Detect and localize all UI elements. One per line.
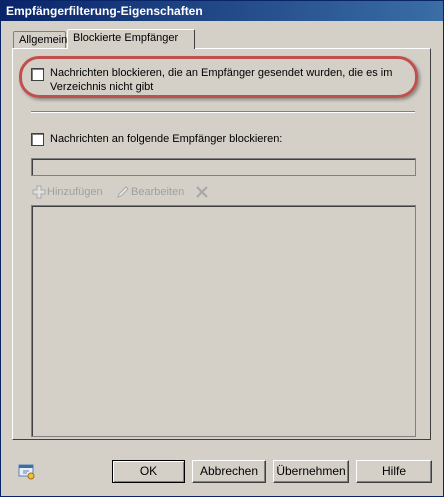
plus-icon xyxy=(32,185,46,199)
tab-blockierte-empfaenger[interactable]: Blockierte Empfänger xyxy=(67,29,195,49)
cancel-button[interactable]: Abbrechen xyxy=(192,460,266,483)
delete-button[interactable] xyxy=(194,183,210,201)
properties-help-icon[interactable] xyxy=(18,463,35,480)
properties-dialog: Empfängerfilterung-Eigenschaften Allgeme… xyxy=(0,0,444,497)
pencil-icon xyxy=(117,186,129,198)
edit-button-label: Bearbeiten xyxy=(131,186,185,198)
delete-x-icon xyxy=(196,186,208,198)
help-button[interactable]: Hilfe xyxy=(356,460,432,483)
add-button[interactable]: Hinzufügen xyxy=(31,183,103,201)
recipient-input[interactable] xyxy=(31,158,416,176)
block-listed-checkbox[interactable] xyxy=(31,133,44,146)
tab-panel: Nachrichten blockieren, die an Empfänger… xyxy=(12,48,431,440)
ok-button[interactable]: OK xyxy=(112,460,185,483)
block-listed-label: Nachrichten an folgende Empfänger blocki… xyxy=(50,133,283,145)
block-nonexistent-checkbox[interactable] xyxy=(31,68,44,81)
edit-button[interactable]: Bearbeiten xyxy=(115,183,184,201)
recipient-list[interactable] xyxy=(31,205,416,437)
block-nonexistent-label-line2: Verzeichnis nicht gibt xyxy=(50,81,154,93)
apply-button[interactable]: Übernehmen xyxy=(273,460,349,483)
tab-allgemein[interactable]: Allgemein xyxy=(13,31,67,49)
add-button-label: Hinzufügen xyxy=(47,186,103,198)
separator xyxy=(31,111,415,113)
block-nonexistent-label-line1: Nachrichten blockieren, die an Empfänger… xyxy=(50,67,393,79)
dialog-title: Empfängerfilterung-Eigenschaften xyxy=(1,1,443,21)
